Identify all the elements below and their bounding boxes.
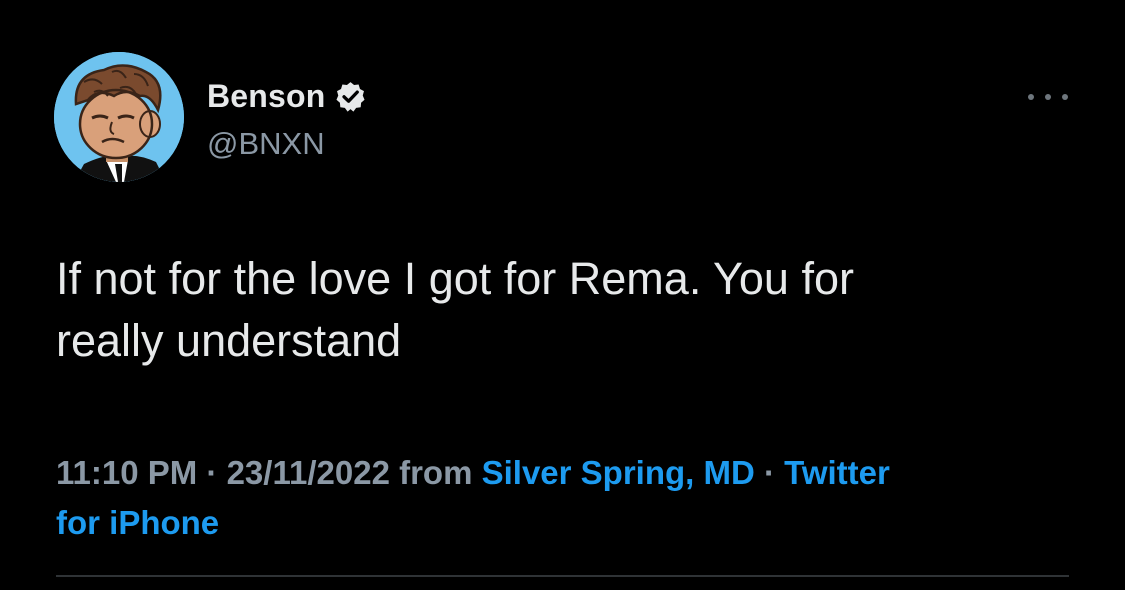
avatar[interactable] — [54, 52, 184, 182]
tweet-text-line: really understand — [56, 315, 402, 366]
divider — [56, 575, 1069, 577]
more-dot — [1045, 94, 1051, 100]
tweet-text-line: If not for the love I got for Rema. You … — [56, 253, 854, 304]
meta-separator: · — [197, 454, 227, 491]
from-label: from — [389, 454, 482, 491]
location-link[interactable]: Silver Spring, MD — [482, 454, 755, 491]
display-name[interactable]: Benson — [207, 76, 326, 116]
user-handle[interactable]: @BNXN — [207, 124, 325, 164]
tweet-text: If not for the love I got for Rema. You … — [56, 248, 1056, 372]
user-name-row[interactable]: Benson — [207, 76, 367, 116]
meta-separator: · — [754, 454, 785, 491]
source-link-part[interactable]: Twitter — [784, 454, 890, 491]
tweet-card: Benson @BNXN If not for the love I got f… — [0, 0, 1125, 590]
more-horizontal-icon[interactable] — [1028, 90, 1068, 104]
avatar-image — [54, 52, 184, 182]
tweet-date[interactable]: 23/11/2022 — [227, 454, 390, 491]
more-dot — [1028, 94, 1034, 100]
source-link-part[interactable]: for iPhone — [56, 504, 219, 541]
tweet-time[interactable]: 11:10 PM — [56, 454, 197, 491]
more-dot — [1062, 94, 1068, 100]
tweet-meta: 11:10 PM · 23/11/2022 from Silver Spring… — [56, 448, 1056, 548]
verified-badge-icon — [334, 80, 367, 113]
